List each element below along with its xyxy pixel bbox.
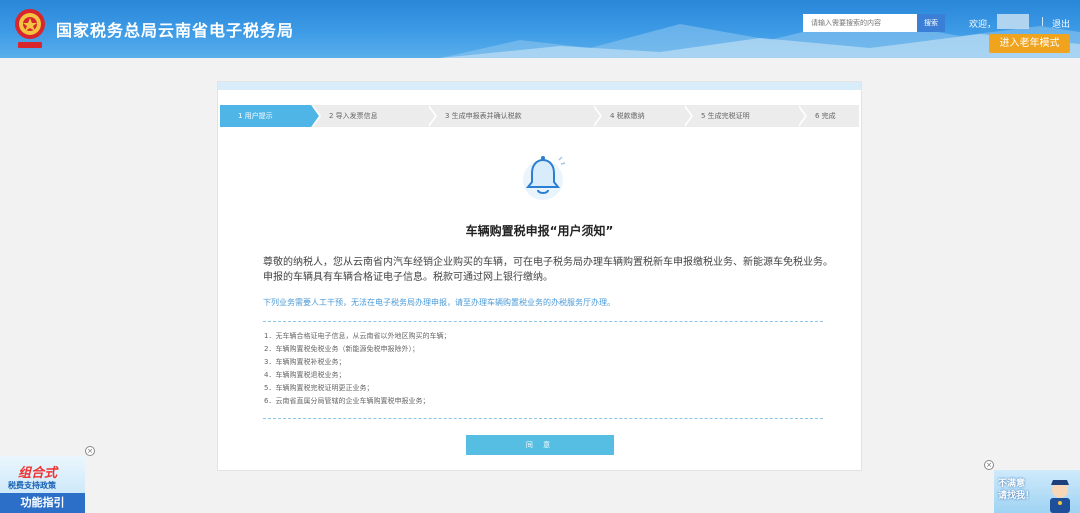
manual-business-list: 1．无车辆合格证电子信息，从云南省以外地区购买的车辆； 2．车辆购置税免税业务（… [264, 330, 824, 408]
step-label: 2 导入发票信息 [329, 112, 378, 120]
list-item: 2．车辆购置税免税业务（新能源免税申报除外）； [264, 345, 419, 353]
step-label: 1 用户提示 [238, 112, 273, 120]
step-label: 6 完成 [815, 112, 836, 120]
close-icon[interactable]: × [984, 460, 994, 470]
ad-right-text: 不满意 请找我！ [998, 478, 1034, 502]
divider [263, 418, 823, 419]
list-item: 1．无车辆合格证电子信息，从云南省以外地区购买的车辆； [264, 332, 451, 340]
bell-icon [523, 156, 566, 200]
notice-card: 1 用户提示 2 导入发票信息 3 生成申报表并确认税款 4 税款缴纳 5 生成… [217, 81, 862, 471]
elder-mode-button[interactable]: 进入老年模式 [989, 34, 1070, 53]
step-label: 3 生成申报表并确认税款 [445, 112, 522, 120]
list-item: 5．车辆购置税完税证明更正业务； [264, 384, 374, 392]
list-item: 6．云南省直属分局管辖的企业车辆购置税申报业务； [264, 397, 430, 405]
list-item: 3．车辆购置税补税业务； [264, 358, 346, 366]
step-progress-bar: 1 用户提示 2 导入发票信息 3 生成申报表并确认税款 4 税款缴纳 5 生成… [220, 105, 859, 127]
site-title: 国家税务总局云南省电子税务局 [56, 21, 295, 40]
close-icon[interactable]: × [85, 446, 95, 456]
ad-left-title: 组合式 [18, 466, 58, 481]
agree-button[interactable]: 同 意 [466, 435, 614, 455]
notice-title: 车辆购置税申报“用户须知” [465, 224, 614, 238]
ad-right-line2: 请找我！ [998, 491, 1035, 501]
policy-guide-banner[interactable]: 组合式 税费支持政策 功能指引 [0, 456, 85, 513]
feedback-banner[interactable]: 不满意 请找我！ [994, 470, 1080, 513]
divider [263, 321, 823, 322]
tax-emblem-icon [15, 9, 45, 48]
step-1: 1 用户提示 [220, 105, 321, 127]
list-item: 4．车辆购置税退税业务； [264, 371, 346, 379]
ad-left-subtitle: 税费支持政策 [8, 481, 56, 490]
ad-left-guide: 功能指引 [0, 493, 85, 513]
step-4: 4 税款缴纳 [592, 105, 693, 127]
welcome-text: 欢迎， [969, 20, 997, 30]
header-separator: | [1041, 17, 1045, 27]
username-masked [997, 14, 1029, 29]
step-2: 2 导入发票信息 [311, 105, 437, 127]
logout-link[interactable]: 退出 [1052, 17, 1070, 30]
step-label: 4 税款缴纳 [610, 112, 645, 120]
step-3: 3 生成申报表并确认税款 [427, 105, 602, 127]
top-header: 国家税务总局云南省电子税务局 搜索 欢迎， | 退出 进入老年模式 [0, 0, 1080, 58]
ad-right-line1: 不满意 [998, 479, 1026, 489]
officer-icon [1050, 480, 1070, 513]
step-label: 5 生成完税证明 [701, 112, 750, 120]
search-button[interactable]: 搜索 [917, 14, 945, 32]
card-top-bar [218, 82, 861, 90]
search-input[interactable] [803, 14, 917, 32]
manual-processing-note: 下列业务需要人工干预，无法在电子税务局办理申报，请至办理车辆购置税业务的办税服务… [263, 298, 615, 307]
step-5: 5 生成完税证明 [683, 105, 807, 127]
notice-intro: 尊敬的纳税人，您从云南省内汽车经销企业购买的车辆，可在电子税务局办理车辆购置税新… [263, 257, 833, 283]
